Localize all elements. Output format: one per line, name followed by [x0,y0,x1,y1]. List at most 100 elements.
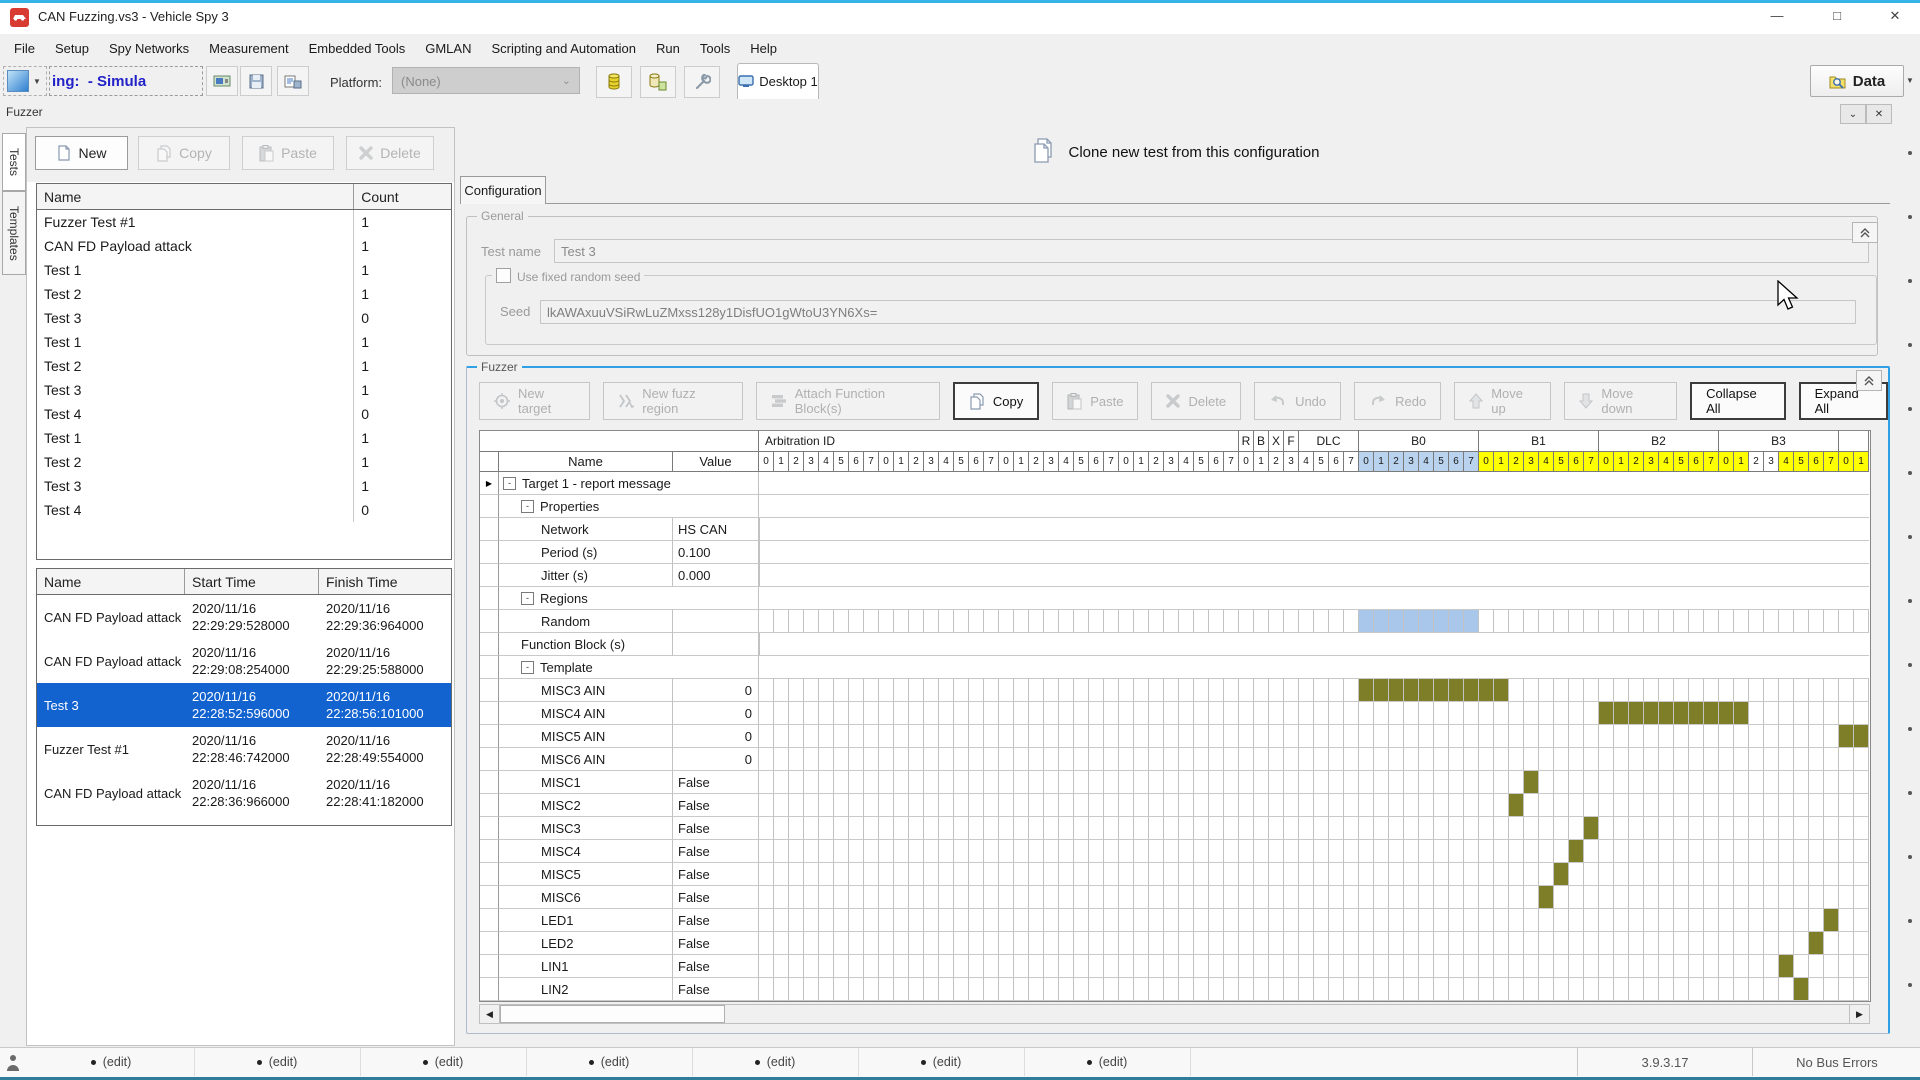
bit-cell[interactable] [1764,610,1779,633]
bit-cell[interactable] [1149,679,1164,702]
bit-cell[interactable] [1584,909,1599,932]
bit-cell[interactable] [849,909,864,932]
grid-row-misc3-ain[interactable]: MISC3 AIN0 [480,679,1870,702]
bit-cell[interactable] [1479,886,1494,909]
bit-cell[interactable] [1839,679,1854,702]
bit-cell[interactable] [1014,955,1029,978]
grid-row-template[interactable]: -Template [480,656,1870,679]
bit-cell[interactable] [1209,932,1224,955]
bit-cell[interactable] [1059,955,1074,978]
bit-header[interactable]: 6 [1689,452,1704,472]
bit-cell[interactable] [1419,863,1434,886]
bit-cell[interactable] [1359,748,1374,771]
bit-cell[interactable] [849,886,864,909]
bit-cell[interactable] [924,794,939,817]
bit-cell[interactable] [864,794,879,817]
bit-cell[interactable] [999,702,1014,725]
bit-cell[interactable] [789,817,804,840]
bit-cell[interactable] [1119,679,1134,702]
bit-cell[interactable] [1719,679,1734,702]
bit-cell[interactable] [834,794,849,817]
bit-cell[interactable] [1269,932,1284,955]
bit-cell[interactable] [1449,886,1464,909]
bit-cell[interactable] [834,978,849,1001]
bit-cell[interactable] [1014,679,1029,702]
dock-marker[interactable] [1908,215,1912,219]
bit-cell[interactable] [1044,978,1059,1001]
bit-cell[interactable] [1854,863,1869,886]
bit-cell[interactable] [1569,725,1584,748]
bit-cell[interactable] [1269,886,1284,909]
bit-cell[interactable] [1119,863,1134,886]
bit-cell[interactable] [1734,748,1749,771]
bit-cell[interactable] [849,679,864,702]
bit-cell[interactable] [1464,840,1479,863]
bit-cell[interactable] [1644,725,1659,748]
bit-cell[interactable] [1149,955,1164,978]
bit-cell[interactable] [1179,955,1194,978]
bit-cell[interactable] [1299,932,1314,955]
bit-cell[interactable] [1494,955,1509,978]
bit-header[interactable]: 2 [1389,452,1404,472]
bit-cell[interactable] [1539,794,1554,817]
bit-cell[interactable] [969,702,984,725]
bit-cell[interactable] [1224,909,1239,932]
bit-cell[interactable] [1119,978,1134,1001]
bit-cell[interactable] [1104,725,1119,748]
bit-cell[interactable] [1374,702,1389,725]
bit-cell[interactable] [1674,955,1689,978]
bit-cell[interactable] [1554,679,1569,702]
table-row[interactable]: Test 40 [37,498,451,522]
bit-cell[interactable] [954,978,969,1001]
bit-cell[interactable] [1734,725,1749,748]
bit-cell[interactable] [804,863,819,886]
bit-cell[interactable] [1779,771,1794,794]
bit-cell[interactable] [939,679,954,702]
bit-cell[interactable] [774,610,789,633]
bit-cell[interactable] [819,679,834,702]
bit-cell[interactable] [954,679,969,702]
bit-cell[interactable] [1149,748,1164,771]
bit-cell[interactable] [924,610,939,633]
bit-cell[interactable] [1704,863,1719,886]
bit-cell[interactable] [999,817,1014,840]
bit-cell[interactable] [1464,932,1479,955]
bit-cell[interactable] [1779,725,1794,748]
bit-cell[interactable] [1374,863,1389,886]
bit-header[interactable]: 6 [1809,452,1824,472]
bit-cell[interactable] [1299,610,1314,633]
bit-cell[interactable] [1509,886,1524,909]
bit-cell[interactable] [1719,794,1734,817]
bit-cell[interactable] [1824,702,1839,725]
bit-cell[interactable] [1224,978,1239,1001]
bit-cell[interactable] [1704,955,1719,978]
bit-cell[interactable] [1689,794,1704,817]
bit-cell[interactable] [1854,978,1869,1001]
bit-cell[interactable] [954,840,969,863]
bit-cell[interactable] [864,840,879,863]
bit-cell[interactable] [819,932,834,955]
bit-cell[interactable] [1419,702,1434,725]
bit-cell[interactable] [1404,610,1419,633]
bit-cell[interactable] [1629,794,1644,817]
bit-cell[interactable] [759,679,774,702]
bit-cell[interactable] [774,863,789,886]
data-button[interactable]: Data [1810,65,1904,97]
bit-cell[interactable] [1314,679,1329,702]
bit-cell[interactable] [939,932,954,955]
bit-cell[interactable] [984,725,999,748]
bit-header[interactable]: 3 [1044,452,1059,472]
bit-cell[interactable] [1239,748,1254,771]
bit-cell[interactable] [864,817,879,840]
bit-cell[interactable] [1404,886,1419,909]
bit-cell[interactable] [1449,909,1464,932]
bit-cell[interactable] [1419,932,1434,955]
save-button[interactable] [240,66,272,96]
bit-cell[interactable] [1359,886,1374,909]
row-value[interactable]: False [673,863,759,886]
bit-cell[interactable] [1839,863,1854,886]
bit-cell[interactable] [1554,909,1569,932]
database-button[interactable] [596,66,632,98]
status-edit-slot[interactable]: (edit) [526,1048,693,1076]
bit-cell[interactable] [1704,702,1719,725]
